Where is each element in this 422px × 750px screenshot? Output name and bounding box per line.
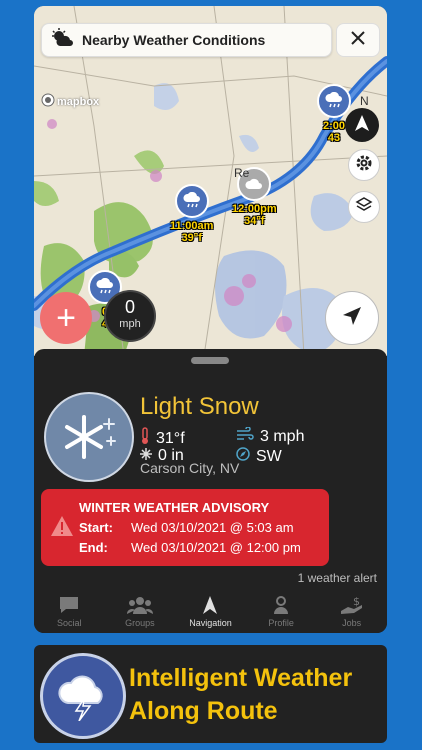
advisory-end: End: Wed 03/10/2021 @ 12:00 pm: [79, 540, 301, 555]
promo-line-2: Along Route: [129, 697, 278, 725]
navigation-arrow-icon: [353, 114, 371, 137]
gear-icon: [355, 154, 373, 177]
wind-speed-metric: 3 mph: [236, 426, 305, 446]
storm-cloud-icon: [40, 653, 126, 739]
compass-button[interactable]: [345, 108, 379, 142]
warning-icon: [50, 515, 74, 542]
layers-icon: [355, 196, 373, 219]
marker-temp: 39°f: [181, 232, 202, 244]
wind-direction-value: SW: [256, 447, 282, 465]
tab-bar: Social Groups Navigation Profile $ Jobs: [34, 589, 387, 633]
marker-time: 12:00pm: [232, 203, 277, 215]
temperature-value: 31°f: [156, 429, 185, 447]
mapbox-attribution[interactable]: mapbox: [41, 93, 99, 110]
navigation-arrow-icon: [341, 305, 363, 332]
tab-label: Social: [57, 618, 82, 628]
marker-time: 11:00am: [170, 220, 214, 232]
wind-icon: [236, 426, 254, 446]
map-place-label: Re: [234, 166, 250, 180]
speedometer: 0 mph: [104, 290, 156, 342]
sheet-drag-handle[interactable]: [191, 357, 229, 364]
mapbox-logo-icon: [41, 93, 55, 110]
tab-label: Groups: [125, 618, 155, 628]
add-button[interactable]: +: [40, 292, 92, 344]
rain-cloud-icon: [317, 84, 351, 118]
advisory-start-label: Start:: [79, 520, 113, 535]
advisory-end-label: End:: [79, 540, 108, 555]
tab-label: Jobs: [342, 618, 362, 628]
tab-navigation[interactable]: Navigation: [175, 589, 245, 628]
partly-cloudy-icon: [50, 27, 76, 53]
tab-jobs[interactable]: $ Jobs: [317, 589, 387, 628]
rain-cloud-icon: [174, 184, 209, 218]
weather-sheet: Light Snow 31°f 3 mph 0 in SW Carson Cit…: [34, 349, 387, 633]
advisory-end-value: Wed 03/10/2021 @ 12:00 pm: [131, 540, 301, 555]
marker-temp: 34°f: [244, 215, 265, 227]
plus-icon: +: [56, 299, 76, 337]
speed-unit: mph: [119, 318, 141, 330]
condition-text: Light Snow: [140, 393, 259, 420]
advisory-title: WINTER WEATHER ADVISORY: [79, 500, 270, 515]
map-place-label: N: [360, 94, 369, 108]
weather-map[interactable]: 2:00 43 12:00pm 34°f 11:00am 39°f 0 4 Re…: [34, 6, 387, 356]
advisory-start-value: Wed 03/10/2021 @ 5:03 am: [131, 520, 294, 535]
jobs-icon: $: [317, 595, 387, 615]
speed-value: 0: [124, 297, 135, 317]
chat-icon: [34, 595, 104, 615]
map-title: Nearby Weather Conditions: [82, 32, 266, 48]
wind-speed-value: 3 mph: [260, 427, 305, 445]
location-text: Carson City, NV: [140, 460, 240, 476]
marker-temp: 43: [327, 132, 341, 144]
profile-icon: [246, 595, 316, 615]
svg-text:$: $: [353, 595, 360, 608]
phone-screen: 2:00 43 12:00pm 34°f 11:00am 39°f 0 4 Re…: [34, 6, 387, 633]
weather-alert-count[interactable]: 1 weather alert: [298, 571, 377, 585]
tab-social[interactable]: Social: [34, 589, 104, 628]
close-button[interactable]: [336, 23, 380, 57]
tab-groups[interactable]: Groups: [105, 589, 175, 628]
tab-label: Profile: [268, 618, 294, 628]
wind-direction-metric: SW: [236, 447, 282, 466]
people-icon: [105, 595, 175, 615]
weather-advisory[interactable]: WINTER WEATHER ADVISORY Start: Wed 03/10…: [41, 489, 329, 566]
promo-banner: Intelligent Weather Along Route: [34, 645, 387, 743]
advisory-start: Start: Wed 03/10/2021 @ 5:03 am: [79, 520, 294, 535]
tab-label: Navigation: [189, 618, 232, 628]
close-icon: [350, 30, 366, 51]
promo-text: Intelligent Weather Along Route: [129, 662, 352, 728]
snow-icon: [44, 392, 134, 482]
settings-button[interactable]: [348, 149, 380, 181]
promo-line-1: Intelligent Weather: [129, 664, 353, 692]
tab-profile[interactable]: Profile: [246, 589, 316, 628]
navigation-arrow-icon: [175, 595, 245, 615]
recenter-button[interactable]: [325, 291, 379, 345]
map-title-bar: Nearby Weather Conditions: [41, 23, 332, 57]
layers-button[interactable]: [348, 191, 380, 223]
map-marker[interactable]: 2:00 43: [317, 84, 351, 144]
map-marker[interactable]: 11:00am 39°f: [170, 184, 213, 244]
mapbox-label: mapbox: [57, 95, 100, 108]
